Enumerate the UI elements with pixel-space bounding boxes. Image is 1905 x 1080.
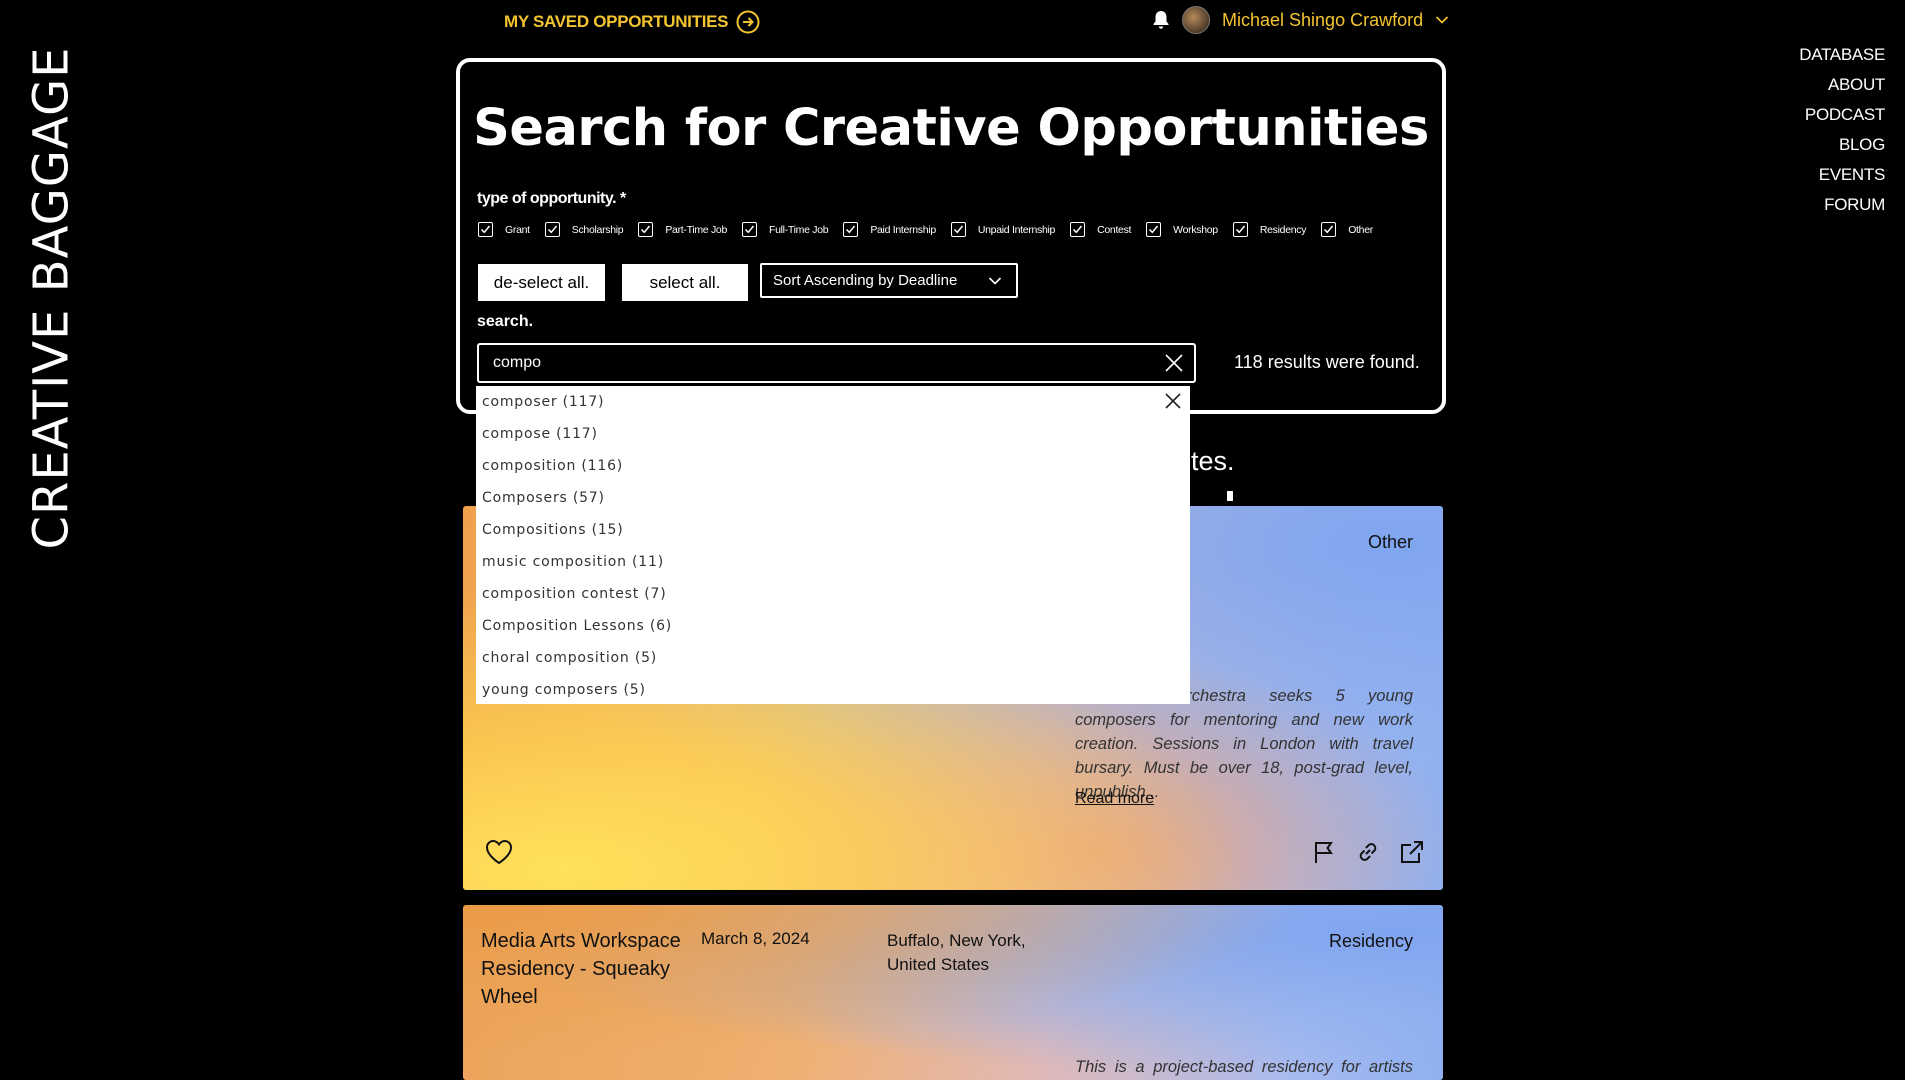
suggestion-item[interactable]: composition (116): [476, 450, 1190, 482]
checkbox-check-icon: [1235, 225, 1245, 234]
opportunity-type-filters: Grant Scholarship Part-Time Job Full-Tim…: [478, 222, 1388, 237]
sort-select[interactable]: Sort Ascending by Deadline: [760, 263, 1018, 298]
type-filter-label: Contest: [1097, 223, 1132, 236]
checkbox-check-icon: [846, 225, 856, 234]
type-filter-scholarship[interactable]: Scholarship: [544, 222, 624, 237]
search-input[interactable]: compo: [477, 343, 1196, 383]
checkbox-check-icon: [1324, 225, 1334, 234]
suggestion-item[interactable]: young composers (5): [476, 674, 1190, 706]
suggestion-item[interactable]: Composers (57): [476, 482, 1190, 514]
type-filter-part-time-job[interactable]: Part-Time Job: [638, 222, 727, 237]
card-actions: [1311, 839, 1425, 865]
type-filter-label: Residency: [1259, 223, 1307, 236]
checkbox[interactable]: [950, 222, 966, 237]
checkbox-check-icon: [641, 225, 651, 234]
deselect-all-button[interactable]: de-select all.: [478, 264, 605, 301]
type-filter-label: Part-Time Job: [665, 223, 727, 236]
close-icon[interactable]: [1164, 392, 1182, 410]
nav-item-podcast[interactable]: PODCAST: [1799, 104, 1885, 126]
results-count: 118 results were found.: [1234, 352, 1420, 372]
nav-item-database[interactable]: DATABASE: [1799, 44, 1885, 66]
page-title: Search for Creative Opportunities: [473, 99, 1429, 158]
type-filter-label: Scholarship: [571, 223, 624, 236]
suggestion-item[interactable]: Compositions (15): [476, 514, 1190, 546]
heart-icon[interactable]: [485, 839, 513, 865]
suggestion-item[interactable]: music composition (11): [476, 546, 1190, 578]
type-filter-grant[interactable]: Grant: [478, 222, 530, 237]
saved-opportunities-label: MY SAVED OPPORTUNITIES: [504, 12, 729, 31]
checkbox-check-icon: [953, 225, 963, 234]
link-icon[interactable]: [1355, 839, 1381, 865]
type-filter-full-time-job[interactable]: Full-Time Job: [742, 222, 829, 237]
type-filter-residency[interactable]: Residency: [1232, 222, 1307, 237]
read-more-link[interactable]: Read more: [1075, 790, 1154, 808]
avatar[interactable]: [1182, 6, 1210, 34]
checkbox[interactable]: [478, 222, 493, 237]
nav-item-events[interactable]: EVENTS: [1799, 164, 1886, 186]
card-type: Other: [1367, 532, 1413, 552]
checkbox[interactable]: [1070, 222, 1086, 237]
card-description: This is a project-based residency for ar…: [1075, 1058, 1413, 1076]
clear-search-icon[interactable]: [1164, 353, 1184, 373]
suggestion-item[interactable]: choral composition (5): [476, 642, 1190, 674]
user-name[interactable]: Michael Shingo Crawford: [1222, 10, 1423, 31]
user-menu[interactable]: Michael Shingo Crawford: [1152, 6, 1449, 34]
card-type: Residency: [1328, 931, 1413, 951]
brand-name: CREATIVE BAGGAGE: [24, 46, 80, 550]
type-of-opportunity-label: type of opportunity. *: [477, 190, 626, 207]
type-filter-label: Workshop: [1173, 223, 1218, 236]
type-filter-contest[interactable]: Contest: [1070, 222, 1131, 237]
circle-arrow-icon: [736, 10, 760, 34]
side-nav: DATABASE ABOUT PODCAST BLOG EVENTS FORUM: [1799, 44, 1885, 216]
checkbox[interactable]: [1321, 222, 1337, 237]
checkbox[interactable]: [843, 222, 859, 237]
suggestion-item[interactable]: Composition Lessons (6): [476, 610, 1190, 642]
type-filter-label: Paid Internship: [870, 223, 936, 236]
checkbox-check-icon: [744, 225, 755, 234]
checkbox[interactable]: [638, 222, 654, 237]
checkbox[interactable]: [1232, 222, 1248, 237]
card-title[interactable]: Media Arts Workspace Residency - Squeaky…: [481, 927, 681, 1011]
select-all-button[interactable]: select all.: [622, 264, 748, 301]
checkbox[interactable]: [742, 222, 757, 237]
checkbox[interactable]: [1146, 222, 1162, 237]
checkbox-check-icon: [1073, 225, 1083, 234]
checkbox[interactable]: [544, 222, 560, 237]
opportunity-card[interactable]: Media Arts Workspace Residency - Squeaky…: [463, 905, 1443, 1080]
type-filter-unpaid-internship[interactable]: Unpaid Internship: [950, 222, 1056, 237]
chevron-down-icon[interactable]: [1435, 15, 1449, 25]
card-location: Buffalo, New York, United States: [887, 931, 1026, 974]
nav-item-about[interactable]: ABOUT: [1799, 74, 1885, 96]
suggestion-item[interactable]: composition contest (7): [476, 578, 1190, 610]
nav-item-forum[interactable]: FORUM: [1799, 194, 1885, 216]
search-input-value[interactable]: compo: [493, 354, 1164, 372]
nav-item-blog[interactable]: BLOG: [1799, 134, 1885, 156]
card-deadline: March 8, 2024: [701, 929, 810, 948]
type-filter-label: Grant: [505, 223, 530, 236]
type-filter-paid-internship[interactable]: Paid Internship: [843, 222, 936, 237]
type-filter-label: Full-Time Job: [769, 223, 829, 236]
type-filter-workshop[interactable]: Workshop: [1146, 222, 1218, 237]
external-link-icon[interactable]: [1399, 839, 1425, 865]
checkbox-check-icon: [547, 225, 557, 234]
search-label: search.: [477, 313, 534, 330]
saved-opportunities-link[interactable]: MY SAVED OPPORTUNITIES: [504, 10, 760, 34]
brand-logo[interactable]: CREATIVE BAGGAGE: [20, 46, 84, 549]
sort-select-value: Sort Ascending by Deadline: [773, 272, 958, 289]
bell-icon[interactable]: [1152, 10, 1170, 30]
suggestion-list: composer (117) compose (117) composition…: [476, 386, 1190, 706]
type-filter-label: Unpaid Internship: [977, 223, 1056, 236]
checkbox-check-icon: [1149, 225, 1159, 234]
checkbox-check-icon: [480, 225, 491, 234]
flag-icon[interactable]: [1311, 839, 1337, 865]
suggestion-item[interactable]: composer (117): [476, 386, 1190, 418]
text-caret: [1227, 491, 1233, 501]
chevron-down-icon: [988, 276, 1002, 285]
autocomplete-dropdown: composer (117) compose (117) composition…: [476, 386, 1190, 704]
type-filter-other[interactable]: Other: [1321, 222, 1373, 237]
suggestion-item[interactable]: compose (117): [476, 418, 1190, 450]
search-panel: Search for Creative Opportunities type o…: [456, 58, 1446, 414]
type-filter-label: Other: [1348, 223, 1373, 236]
